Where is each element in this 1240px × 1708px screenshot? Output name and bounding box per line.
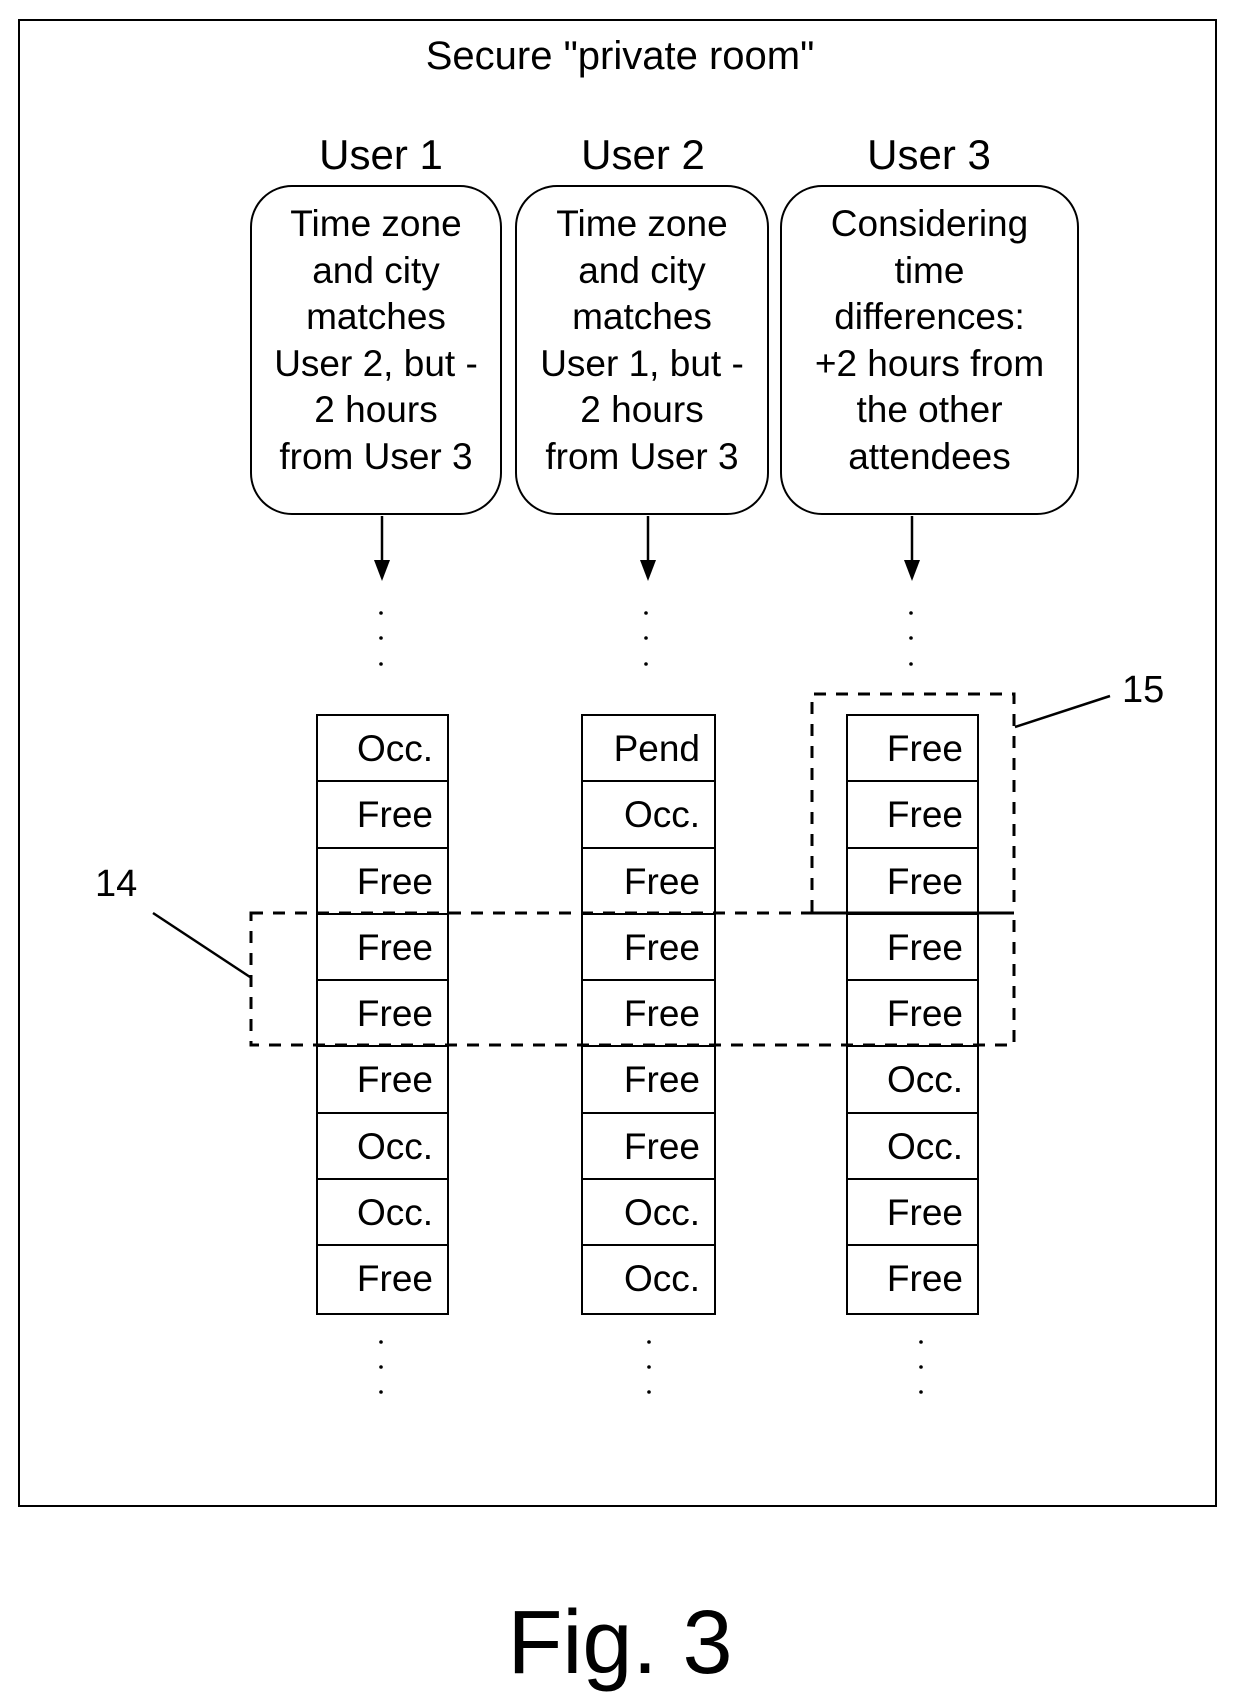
time-slot: Free bbox=[848, 782, 977, 849]
time-slot: Free bbox=[583, 1114, 714, 1181]
time-slot: Free bbox=[848, 716, 977, 783]
time-slot: Free bbox=[583, 1047, 714, 1114]
user-3-description-box: Considering time differences: +2 hours f… bbox=[780, 185, 1079, 515]
user-1-schedule-column: Occ. Free Free Free Free Free Occ. Occ. … bbox=[316, 714, 449, 1315]
user-2-description: Time zone and city matches User 1, but -… bbox=[540, 203, 744, 477]
time-slot: Free bbox=[583, 915, 714, 982]
user-3-description: Considering time differences: +2 hours f… bbox=[814, 203, 1045, 477]
time-slot: Occ. bbox=[583, 1180, 714, 1247]
time-slot: Free bbox=[318, 1047, 447, 1114]
user-2-description-box: Time zone and city matches User 1, but -… bbox=[515, 185, 769, 515]
time-slot: Occ. bbox=[318, 1180, 447, 1247]
user-1-label: User 1 bbox=[319, 131, 443, 178]
reference-label-15: 15 bbox=[1122, 669, 1165, 711]
time-slot: Free bbox=[356, 1258, 433, 1300]
time-slot: Occ. bbox=[623, 1258, 700, 1300]
user-3-label: User 3 bbox=[867, 131, 991, 178]
user-1-description-box: Time zone and city matches User 2, but -… bbox=[250, 185, 502, 515]
time-slot: Free bbox=[848, 915, 977, 982]
time-slot: Occ. bbox=[848, 1047, 977, 1114]
reference-label-14: 14 bbox=[95, 863, 138, 905]
time-slot: Occ. bbox=[848, 1114, 977, 1181]
time-slot: Occ. bbox=[318, 716, 447, 783]
time-slot: Free bbox=[318, 782, 447, 849]
time-slot: Free bbox=[848, 1180, 977, 1247]
diagram-title: Secure "private room" bbox=[425, 34, 815, 78]
time-slot: Free bbox=[848, 981, 977, 1048]
time-slot: Free bbox=[318, 849, 447, 915]
time-slot: Pend bbox=[583, 716, 714, 783]
user-2-schedule-column: Pend Occ. Free Free Free Free Free Occ. … bbox=[581, 714, 716, 1315]
user-2-label: User 2 bbox=[581, 131, 705, 178]
user-3-schedule-column: Free Free Free Free Free Occ. Occ. Free … bbox=[846, 714, 979, 1315]
time-slot: Free bbox=[583, 849, 714, 915]
time-slot: Occ. bbox=[318, 1114, 447, 1181]
time-slot: Free bbox=[583, 981, 714, 1048]
time-slot: Free bbox=[848, 849, 977, 915]
diagram: Secure "private room" User 1 User 2 User… bbox=[0, 0, 1240, 1708]
figure-caption: Fig. 3 bbox=[507, 1593, 733, 1693]
time-slot: Free bbox=[886, 1258, 963, 1300]
time-slot: Free bbox=[318, 981, 447, 1048]
user-1-description: Time zone and city matches User 2, but -… bbox=[274, 203, 478, 477]
time-slot: Free bbox=[318, 915, 447, 982]
time-slot: Occ. bbox=[583, 782, 714, 849]
